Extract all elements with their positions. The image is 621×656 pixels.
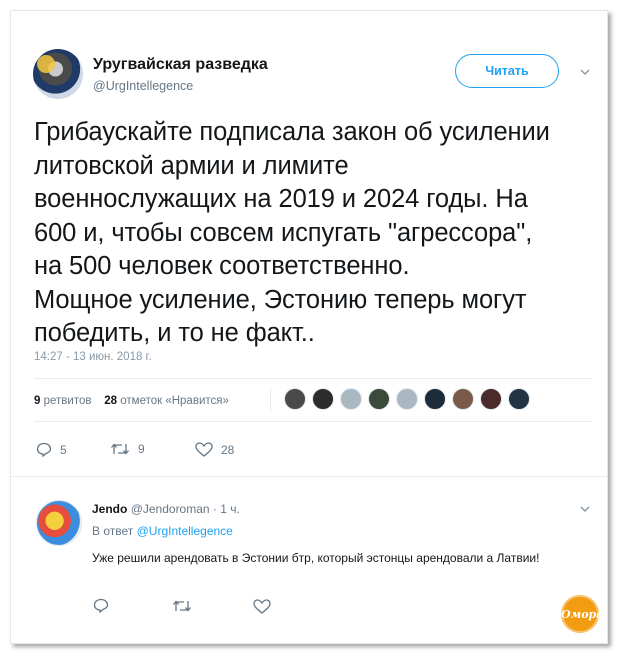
reply-icon bbox=[36, 442, 52, 457]
tweet-timestamp[interactable]: 14:27 - 13 июн. 2018 г. bbox=[34, 351, 152, 363]
retweet-icon bbox=[111, 443, 129, 455]
reply-context: В ответ @UrgIntellegence bbox=[92, 524, 233, 538]
likers-avatars bbox=[284, 388, 530, 410]
chevron-down-icon[interactable] bbox=[580, 67, 590, 77]
divider bbox=[34, 378, 592, 379]
reply-author[interactable]: Jendo @Jendoroman · 1 ч. bbox=[92, 502, 240, 516]
tweet-text-line: военнослужащих на 2019 и 2024 годы. На bbox=[34, 185, 528, 213]
reply-author-avatar[interactable] bbox=[36, 500, 82, 546]
retweet-action[interactable]: 9 bbox=[110, 442, 145, 456]
tweet-text-line: Грибаускайте подписала закон об усилении bbox=[34, 118, 550, 146]
retweet-action-count: 9 bbox=[138, 442, 145, 456]
watermark-logo: Юмора bbox=[557, 595, 603, 633]
tweet-text-line: 600 и, чтобы совсем испугать "агрессора"… bbox=[34, 218, 533, 247]
divider bbox=[11, 476, 607, 477]
author-avatar[interactable] bbox=[33, 49, 83, 99]
like-action-count: 28 bbox=[221, 442, 235, 457]
liker-avatar[interactable] bbox=[340, 388, 362, 410]
author-handle[interactable]: @UrgIntellegence bbox=[93, 79, 193, 93]
tweet-text-line: на 500 человек соответственно. bbox=[34, 252, 410, 280]
tweet-text-line: литовской армии и лимите bbox=[34, 151, 349, 180]
reply-prefix: В ответ bbox=[92, 524, 134, 538]
liker-avatar[interactable] bbox=[396, 388, 418, 410]
retweet-count[interactable]: 9 bbox=[34, 395, 40, 407]
tweet-stats: 9 ретвитов 28 отметок «Нравится» bbox=[34, 395, 229, 407]
chevron-down-icon[interactable] bbox=[580, 504, 590, 514]
reply-author-name[interactable]: Jendo bbox=[92, 502, 127, 516]
liker-avatar[interactable] bbox=[452, 388, 474, 410]
heart-icon[interactable] bbox=[253, 599, 271, 614]
heart-icon bbox=[195, 442, 213, 457]
liker-avatar[interactable] bbox=[312, 388, 334, 410]
tweet-text: Грибаускайте подписала закон об усилении… bbox=[34, 116, 599, 351]
retweet-label[interactable]: ретвитов bbox=[44, 395, 92, 407]
liker-avatar[interactable] bbox=[424, 388, 446, 410]
follow-button[interactable]: Читать bbox=[455, 54, 559, 88]
reply-author-handle-time[interactable]: @Jendoroman · 1 ч. bbox=[131, 502, 240, 516]
tweet-text-line: Мощное усиление, Эстонию теперь могут bbox=[34, 285, 527, 314]
liker-avatar[interactable] bbox=[480, 388, 502, 410]
liker-avatar[interactable] bbox=[284, 388, 306, 410]
like-action[interactable]: 28 bbox=[195, 442, 234, 457]
tweet-text-line: победить, и то не факт.. bbox=[34, 319, 315, 347]
like-count[interactable]: 28 bbox=[104, 395, 117, 407]
reply-text: Уже решили арендовать в Эстонии бтр, кот… bbox=[92, 551, 540, 565]
retweet-icon[interactable] bbox=[172, 599, 192, 613]
liker-avatar[interactable] bbox=[368, 388, 390, 410]
divider bbox=[34, 421, 592, 422]
reply-to-link[interactable]: @UrgIntellegence bbox=[137, 524, 233, 538]
reply-action[interactable]: 5 bbox=[36, 442, 67, 457]
author-display-name[interactable]: Уругвайская разведка bbox=[93, 56, 268, 74]
stats-separator bbox=[270, 388, 271, 412]
reply-icon[interactable] bbox=[93, 598, 109, 613]
like-label[interactable]: отметок «Нравится» bbox=[120, 395, 229, 407]
liker-avatar[interactable] bbox=[508, 388, 530, 410]
reply-count: 5 bbox=[60, 442, 67, 457]
